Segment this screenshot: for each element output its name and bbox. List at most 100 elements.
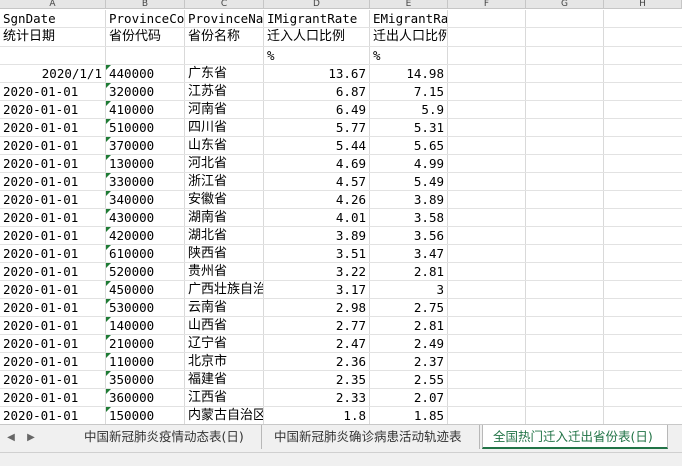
column-header-g[interactable]: G bbox=[526, 0, 604, 9]
table-cell[interactable]: 2.07 bbox=[370, 389, 447, 407]
table-cell[interactable]: 3.56 bbox=[370, 227, 447, 245]
table-cell[interactable]: 浙江省 bbox=[185, 173, 263, 191]
table-cell[interactable]: 山西省 bbox=[185, 317, 263, 335]
table-cell[interactable]: 440000 bbox=[106, 65, 184, 83]
table-cell[interactable]: 2020-01-01 bbox=[0, 83, 105, 101]
table-cell[interactable]: 贵州省 bbox=[185, 263, 263, 281]
table-cell[interactable]: 2020-01-01 bbox=[0, 191, 105, 209]
header-cell[interactable]: IMigrantRate bbox=[264, 10, 369, 28]
column-header-f[interactable]: F bbox=[448, 0, 526, 9]
table-cell[interactable]: 3.17 bbox=[264, 281, 369, 299]
table-cell[interactable]: 330000 bbox=[106, 173, 184, 191]
table-cell[interactable]: 130000 bbox=[106, 155, 184, 173]
table-cell[interactable]: 6.87 bbox=[264, 83, 369, 101]
table-cell[interactable]: 1.8 bbox=[264, 407, 369, 424]
table-cell[interactable]: 370000 bbox=[106, 137, 184, 155]
tab-scroll-left-icon[interactable]: ◀ bbox=[2, 429, 20, 447]
header-cell[interactable] bbox=[0, 47, 105, 65]
table-cell[interactable]: 2020-01-01 bbox=[0, 335, 105, 353]
header-cell[interactable]: ProvinceName bbox=[185, 10, 263, 28]
header-cell[interactable]: 迁出人口比例 bbox=[370, 28, 447, 46]
sheet-tab[interactable]: 中国新冠肺炎确诊病患活动轨迹表 bbox=[264, 425, 480, 449]
table-cell[interactable]: 340000 bbox=[106, 191, 184, 209]
table-cell[interactable]: 4.01 bbox=[264, 209, 369, 227]
table-cell[interactable]: 430000 bbox=[106, 209, 184, 227]
table-cell[interactable]: 河南省 bbox=[185, 101, 263, 119]
table-cell[interactable]: 450000 bbox=[106, 281, 184, 299]
table-cell[interactable]: 广西壮族自治区 bbox=[185, 281, 263, 299]
table-cell[interactable]: 江西省 bbox=[185, 389, 263, 407]
table-cell[interactable]: 广东省 bbox=[185, 65, 263, 83]
table-cell[interactable]: 5.49 bbox=[370, 173, 447, 191]
header-cell[interactable]: EMigrantRate bbox=[370, 10, 447, 28]
table-cell[interactable]: 5.9 bbox=[370, 101, 447, 119]
table-cell[interactable]: 2.35 bbox=[264, 371, 369, 389]
table-cell[interactable]: 2.47 bbox=[264, 335, 369, 353]
table-cell[interactable]: 3.51 bbox=[264, 245, 369, 263]
table-cell[interactable]: 360000 bbox=[106, 389, 184, 407]
table-cell[interactable]: 江苏省 bbox=[185, 83, 263, 101]
header-cell[interactable]: 省份代码 bbox=[106, 28, 184, 46]
table-cell[interactable]: 4.57 bbox=[264, 173, 369, 191]
table-cell[interactable]: 2020/1/1 bbox=[0, 65, 105, 83]
table-cell[interactable]: 5.77 bbox=[264, 119, 369, 137]
table-cell[interactable]: 110000 bbox=[106, 353, 184, 371]
table-cell[interactable]: 2020-01-01 bbox=[0, 101, 105, 119]
table-cell[interactable]: 4.99 bbox=[370, 155, 447, 173]
table-cell[interactable]: 福建省 bbox=[185, 371, 263, 389]
table-cell[interactable]: 3.89 bbox=[370, 191, 447, 209]
table-cell[interactable]: 2020-01-01 bbox=[0, 299, 105, 317]
sheet-tab[interactable]: 中国新冠肺炎疫情动态表(日) bbox=[74, 425, 262, 449]
table-cell[interactable]: 530000 bbox=[106, 299, 184, 317]
table-cell[interactable]: 5.31 bbox=[370, 119, 447, 137]
table-cell[interactable]: 3.22 bbox=[264, 263, 369, 281]
header-cell[interactable] bbox=[106, 47, 184, 65]
table-cell[interactable]: 3.89 bbox=[264, 227, 369, 245]
table-cell[interactable]: 6.49 bbox=[264, 101, 369, 119]
table-cell[interactable]: 2020-01-01 bbox=[0, 227, 105, 245]
table-cell[interactable]: 2020-01-01 bbox=[0, 389, 105, 407]
table-cell[interactable]: 3 bbox=[370, 281, 447, 299]
column-header-d[interactable]: D bbox=[264, 0, 370, 9]
table-cell[interactable]: 2020-01-01 bbox=[0, 119, 105, 137]
table-cell[interactable]: 2020-01-01 bbox=[0, 263, 105, 281]
table-cell[interactable]: 3.47 bbox=[370, 245, 447, 263]
table-cell[interactable]: 2020-01-01 bbox=[0, 371, 105, 389]
table-cell[interactable]: 2.37 bbox=[370, 353, 447, 371]
table-cell[interactable]: 1.85 bbox=[370, 407, 447, 424]
table-cell[interactable]: 2020-01-01 bbox=[0, 317, 105, 335]
table-cell[interactable]: 2.55 bbox=[370, 371, 447, 389]
table-cell[interactable]: 150000 bbox=[106, 407, 184, 424]
table-cell[interactable]: 河北省 bbox=[185, 155, 263, 173]
table-cell[interactable]: 4.26 bbox=[264, 191, 369, 209]
table-cell[interactable]: 420000 bbox=[106, 227, 184, 245]
table-cell[interactable]: 2.36 bbox=[264, 353, 369, 371]
table-cell[interactable]: 2.49 bbox=[370, 335, 447, 353]
table-cell[interactable]: 山东省 bbox=[185, 137, 263, 155]
table-cell[interactable]: 3.58 bbox=[370, 209, 447, 227]
table-cell[interactable]: 2.81 bbox=[370, 317, 447, 335]
tab-scroll-right-icon[interactable]: ▶ bbox=[22, 429, 40, 447]
table-cell[interactable]: 350000 bbox=[106, 371, 184, 389]
column-header-a[interactable]: A bbox=[0, 0, 106, 9]
table-cell[interactable]: 520000 bbox=[106, 263, 184, 281]
sheet-tab[interactable]: 全国热门迁入迁出省份表(日) bbox=[482, 425, 668, 449]
table-cell[interactable]: 5.44 bbox=[264, 137, 369, 155]
table-cell[interactable]: 2020-01-01 bbox=[0, 245, 105, 263]
table-cell[interactable]: 410000 bbox=[106, 101, 184, 119]
table-cell[interactable]: 2020-01-01 bbox=[0, 173, 105, 191]
table-cell[interactable]: 2020-01-01 bbox=[0, 155, 105, 173]
table-cell[interactable]: 内蒙古自治区 bbox=[185, 407, 263, 424]
table-cell[interactable]: 510000 bbox=[106, 119, 184, 137]
table-cell[interactable]: 13.67 bbox=[264, 65, 369, 83]
table-cell[interactable]: 2020-01-01 bbox=[0, 209, 105, 227]
table-cell[interactable]: 湖南省 bbox=[185, 209, 263, 227]
table-cell[interactable]: 14.98 bbox=[370, 65, 447, 83]
table-cell[interactable]: 2020-01-01 bbox=[0, 281, 105, 299]
table-cell[interactable]: 2.75 bbox=[370, 299, 447, 317]
table-cell[interactable]: 7.15 bbox=[370, 83, 447, 101]
table-cell[interactable]: 610000 bbox=[106, 245, 184, 263]
header-cell[interactable]: 统计日期 bbox=[0, 28, 105, 46]
column-header-h[interactable]: H bbox=[604, 0, 682, 9]
table-cell[interactable]: 2020-01-01 bbox=[0, 137, 105, 155]
